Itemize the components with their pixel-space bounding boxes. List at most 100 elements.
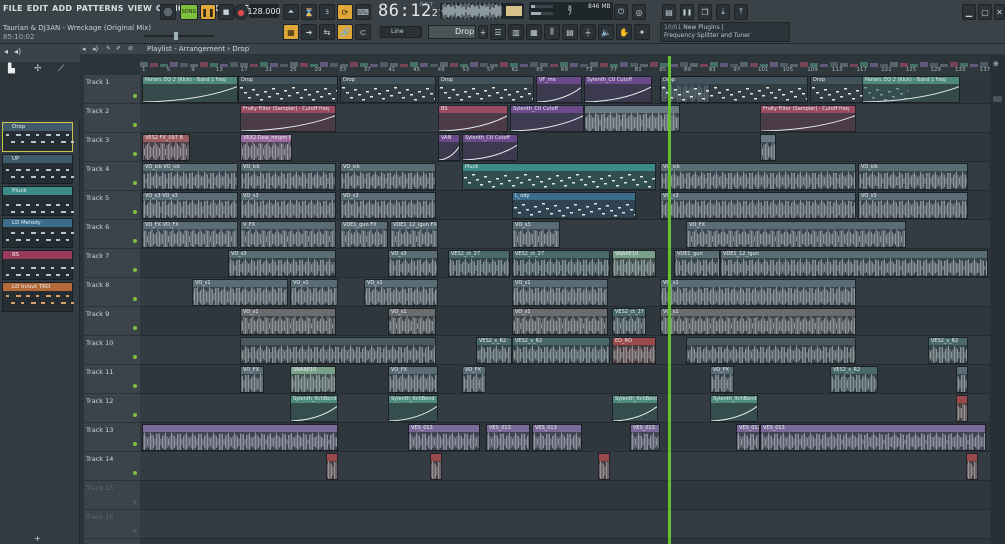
menu-arrow-icon[interactable]: ◂ — [4, 47, 8, 56]
playlist-clip[interactable] — [430, 453, 442, 480]
zoom-icon[interactable]: ⊕ — [993, 60, 999, 68]
playlist-clip[interactable] — [956, 395, 968, 422]
scroll-thumb[interactable] — [993, 96, 1002, 102]
maximize-button[interactable]: ▢ — [978, 4, 992, 20]
track-lane[interactable]: VES2 FX_097 B VEX2 Dow_mnpm Bl VAN Sylenth_… — [140, 133, 990, 162]
track-lane[interactable]: VO_FX VO_FX V_FX VDE1_gun FX VDE1_12_lgun F… — [140, 220, 990, 249]
playlist-clip[interactable]: L_ody — [512, 192, 636, 219]
track-lane[interactable] — [140, 510, 990, 539]
playlist-clip[interactable]: VES2_ct_27 — [448, 250, 510, 277]
playlist-clip[interactable]: SNARE10 — [612, 250, 656, 277]
track-lane[interactable]: VO_ick VO_ick VO_ick VO_ick Pluck VO_ick VO_i… — [140, 162, 990, 191]
shuffle-icon[interactable]: ✢ — [34, 64, 42, 74]
playlist-clip[interactable]: VDE1_12_lgun — [720, 250, 988, 277]
playlist-clip[interactable]: VO_FX VO_FX — [142, 221, 238, 248]
playlist-clip[interactable]: VO_s3 — [388, 250, 438, 277]
playlist-clip[interactable]: Sylenth_Ctl Cutoff — [510, 105, 584, 132]
playlist-clip[interactable]: VO_s1 — [364, 279, 438, 306]
menu-file[interactable]: FILE — [3, 4, 23, 13]
vertical-scrollbar[interactable]: ⊕ — [990, 56, 1005, 544]
playlist-clip[interactable]: VES2 FX_097 B — [142, 134, 190, 161]
track-mute-icon[interactable] — [133, 210, 137, 214]
speaker-icon[interactable]: ◂) — [14, 47, 21, 56]
track-header[interactable]: Track 12 — [84, 394, 140, 423]
playlist-clip[interactable]: VO_FX — [710, 366, 734, 393]
track-mute-icon[interactable] — [133, 355, 137, 359]
playlist-clip[interactable]: Param. EQ 2 (Kick) - Band 1 freq — [862, 76, 960, 103]
add-pattern-icon[interactable]: + — [34, 534, 41, 543]
playlist-clip[interactable]: VES2_s_R2 — [928, 337, 968, 364]
track-mute-icon[interactable] — [133, 268, 137, 272]
track-header[interactable]: Track 10 — [84, 336, 140, 365]
playlist-clip[interactable]: VAN — [438, 134, 460, 161]
playlist-clip[interactable]: Drop — [660, 76, 808, 103]
playlist-clip[interactable] — [142, 424, 338, 451]
playlist-clip[interactable] — [326, 453, 338, 480]
track-header[interactable]: Track 2 — [84, 104, 140, 133]
track-header[interactable]: Track 1 — [84, 75, 140, 104]
speaker-icon[interactable]: ◂) — [92, 45, 98, 53]
menu-patterns[interactable]: PATTERNS — [76, 4, 123, 13]
playlist-clip[interactable]: VO_s1 — [660, 308, 856, 335]
playlist-clip[interactable]: Sylenth_ItchBend — [710, 395, 758, 422]
playlist-clip[interactable]: VO_ick VO_ick — [142, 163, 238, 190]
track-lane[interactable]: VES_013 VES_013 VES_013 VES_013 VES_013 VES_0… — [140, 423, 990, 452]
playhead[interactable] — [668, 56, 671, 544]
track-lane[interactable] — [140, 452, 990, 481]
track-mute-icon[interactable] — [133, 94, 137, 98]
playlist-clip[interactable]: Fruity Filter (Sampler) - Cutoff freq — [760, 105, 856, 132]
track-lane[interactable]: Param. EQ 2 (Kick) - Band 1 freq Drop Drop… — [140, 75, 990, 104]
pattern-item[interactable]: UP — [2, 154, 74, 184]
track-lane[interactable]: Sylenth_ItchBend Sylenth_ItchBend Sylenth_… — [140, 394, 990, 423]
playlist-clip[interactable]: Sylenth_Ctl Cutoff — [462, 134, 518, 161]
audio-button[interactable]: 🔈 — [598, 24, 614, 40]
playlist-clip[interactable]: VO_FX — [686, 221, 906, 248]
track-header[interactable]: Track 13 — [84, 423, 140, 452]
pattern-item[interactable]: Drop — [2, 122, 74, 152]
playlist-lanes[interactable]: Param. EQ 2 (Kick) - Band 1 freq Drop Drop… — [140, 75, 990, 544]
playlist-clip[interactable]: VO_s1 — [660, 279, 856, 306]
playlist-clip[interactable]: VO_s1 — [290, 279, 338, 306]
playlist-clip[interactable]: VES_013 — [736, 424, 760, 451]
track-mute-icon[interactable] — [133, 529, 137, 533]
playlist-clip[interactable] — [966, 453, 978, 480]
track-lane[interactable]: VO_s1 VO_s1 VO_s1 VES2_ct_27 VO_s1 — [140, 307, 990, 336]
track-lane[interactable]: VES2_s_R2 VES2_s_R2 ED_RO VES2_s_R2 — [140, 336, 990, 365]
pause-news-button[interactable]: ❚❚ — [680, 4, 694, 20]
track-mute-icon[interactable] — [133, 181, 137, 185]
playlist-clip[interactable]: VO_FX — [240, 366, 264, 393]
track-header[interactable]: Track 16 — [84, 510, 140, 539]
playlist-clip[interactable] — [240, 337, 436, 364]
close-button[interactable]: ✕ — [994, 4, 1005, 20]
playlist-clip[interactable]: VO_s1 — [512, 279, 608, 306]
playlist-clip[interactable]: VES2_ct_27 — [612, 308, 646, 335]
playlist-clip[interactable]: Drop — [340, 76, 436, 103]
browser-button[interactable]: ▤ — [562, 24, 578, 40]
playlist-clip[interactable]: VO_s3 VO_s3 — [142, 192, 238, 219]
playlist-clip[interactable]: VDE1_gun — [674, 250, 720, 277]
record-button[interactable]: ● — [234, 4, 248, 20]
playlist-clip[interactable]: Sylenth_ItchBend — [612, 395, 658, 422]
master-volume-knob[interactable] — [160, 4, 176, 20]
playlist-clip[interactable]: Sylenth_Ctl Cutoff — [584, 76, 652, 103]
playlist-clip[interactable]: Sylenth_ItchBend — [388, 395, 438, 422]
automation-icon[interactable]: ⟋ — [58, 64, 64, 74]
playlist-button[interactable]: ☰ — [490, 24, 506, 40]
track-mute-icon[interactable] — [133, 152, 137, 156]
playlist-clip[interactable]: ED_RO — [612, 337, 656, 364]
stop-button[interactable]: ■ — [218, 4, 234, 20]
playlist-clip[interactable] — [598, 453, 610, 480]
minimize-button[interactable]: ▁ — [962, 4, 976, 20]
download-button[interactable]: ⤓ — [716, 4, 730, 20]
news-button[interactable]: ▤ — [662, 4, 676, 20]
pause-button[interactable]: ❚❚ — [200, 4, 216, 20]
track-header[interactable]: Track 7 — [84, 249, 140, 278]
playlist-clip[interactable]: V_FX — [240, 221, 336, 248]
track-mute-icon[interactable] — [133, 500, 137, 504]
playlist-clip[interactable]: VO_s3 — [512, 221, 560, 248]
mixer-button[interactable]: ⫼ — [544, 24, 560, 40]
playlist-clip[interactable]: VO_ick — [660, 163, 856, 190]
playlist-clip[interactable]: VDE1_12_lgun FX — [390, 221, 438, 248]
playlist-clip[interactable]: VES_013 — [532, 424, 582, 451]
pattern-tab-icon[interactable]: ▙ — [8, 64, 15, 74]
